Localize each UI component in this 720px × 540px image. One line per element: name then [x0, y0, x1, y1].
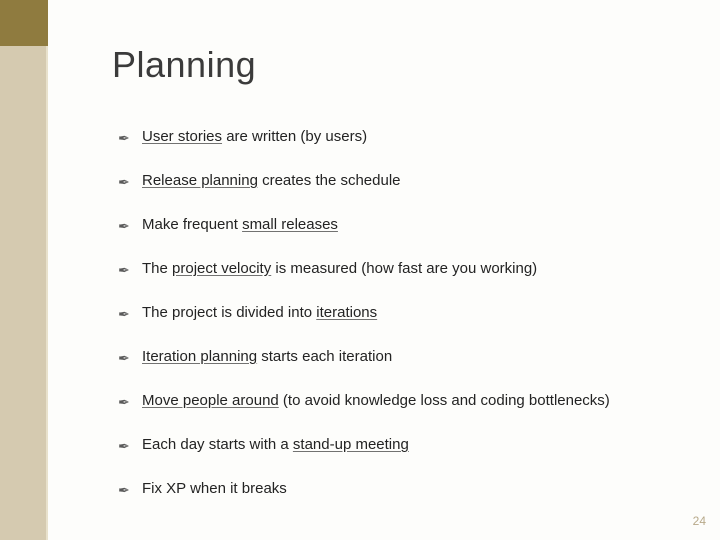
text: are written (by users)	[222, 128, 367, 145]
bullet-icon: ✒	[118, 476, 130, 504]
bullet-item: ✒ User stories are written (by users)	[118, 122, 690, 152]
bullet-item: ✒ Release planning creates the schedule	[118, 166, 690, 196]
bullet-icon: ✒	[118, 344, 130, 372]
bullet-item: ✒ Iteration planning starts each iteratio…	[118, 342, 690, 372]
text: is measured (how fast are you working)	[271, 260, 537, 277]
bullet-item: ✒ The project velocity is measured (how f…	[118, 254, 690, 284]
underlined-text: iterations	[316, 304, 377, 321]
slide-title: Planning	[112, 44, 690, 86]
underlined-text: Release planning	[142, 172, 258, 189]
bullet-icon: ✒	[118, 168, 130, 196]
text: (to avoid knowledge loss and coding bott…	[279, 392, 610, 409]
page-number: 24	[693, 514, 706, 528]
text: The project is divided into	[142, 304, 316, 321]
underlined-text: stand-up meeting	[293, 436, 409, 453]
underlined-text: project velocity	[172, 260, 271, 277]
underlined-text: User stories	[142, 128, 222, 145]
bullet-icon: ✒	[118, 432, 130, 460]
bullet-item: ✒ Move people around (to avoid knowledge …	[118, 386, 690, 416]
text: Make frequent	[142, 216, 242, 233]
text: The	[142, 260, 172, 277]
bullet-list: ✒ User stories are written (by users) ✒ Rel…	[118, 122, 690, 504]
underlined-text: Iteration planning	[142, 348, 257, 365]
bullet-icon: ✒	[118, 212, 130, 240]
underlined-text: small releases	[242, 216, 338, 233]
text: starts each iteration	[257, 348, 392, 365]
bullet-icon: ✒	[118, 256, 130, 284]
left-sidebar	[0, 0, 48, 540]
bullet-item: ✒ Fix XP when it breaks	[118, 474, 690, 504]
text: Fix XP when it breaks	[142, 480, 287, 497]
bullet-icon: ✒	[118, 124, 130, 152]
sidebar-accent-block	[0, 0, 48, 46]
text: creates the schedule	[258, 172, 401, 189]
underlined-text: Move people around	[142, 392, 279, 409]
bullet-icon: ✒	[118, 388, 130, 416]
text: Each day starts with a	[142, 436, 293, 453]
slide-content: Planning ✒ User stories are written (by u…	[112, 44, 690, 518]
bullet-item: ✒ The project is divided into iterations	[118, 298, 690, 328]
bullet-item: ✒ Each day starts with a stand-up meeting	[118, 430, 690, 460]
bullet-item: ✒ Make frequent small releases	[118, 210, 690, 240]
bullet-icon: ✒	[118, 300, 130, 328]
